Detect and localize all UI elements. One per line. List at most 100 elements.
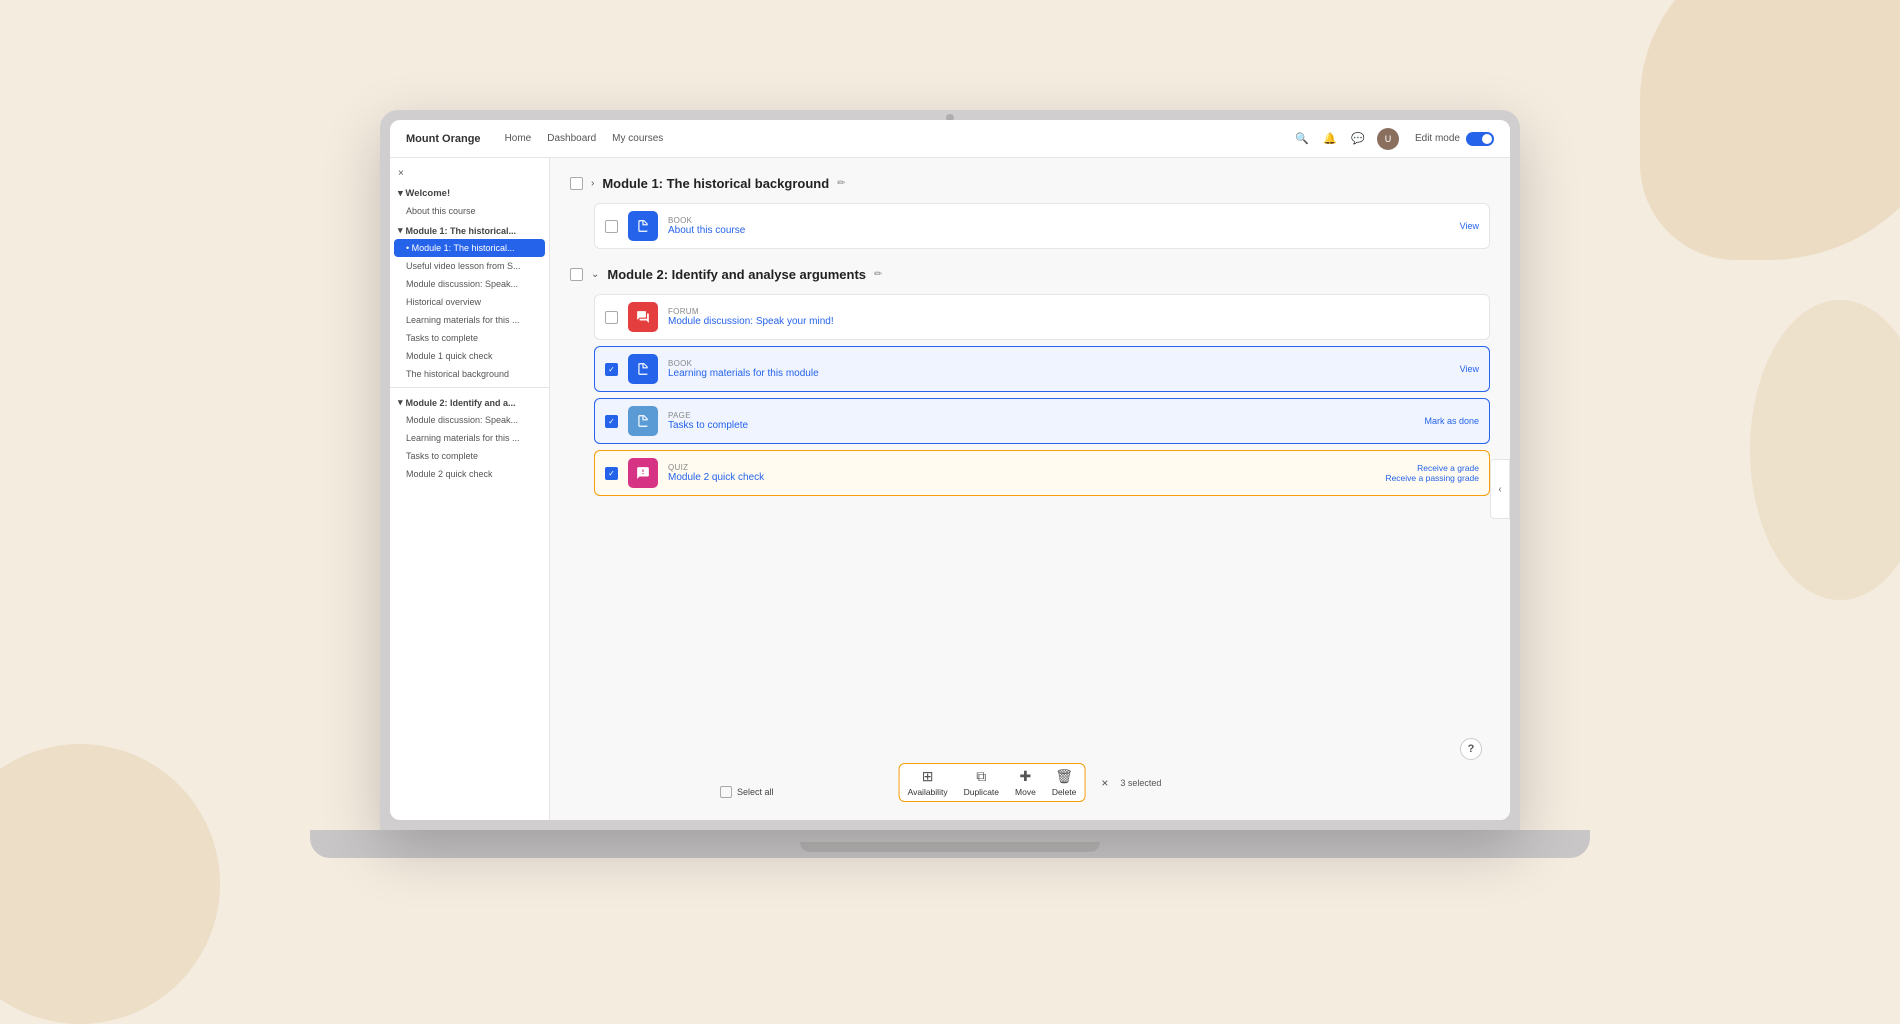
activity-forum-icon <box>628 302 658 332</box>
activity-quiz-actions: Receive a grade Receive a passing grade <box>1385 463 1479 483</box>
select-all-container: Select all <box>720 786 774 798</box>
activity-forum-checkbox[interactable] <box>605 311 618 324</box>
sidebar-close-button[interactable]: × <box>390 164 549 183</box>
activity-forum-name[interactable]: Module discussion: Speak your mind! <box>668 316 1479 327</box>
sidebar-item-tasks2[interactable]: Tasks to complete <box>390 447 549 465</box>
activity-forum: FORUM Module discussion: Speak your mind… <box>594 294 1490 340</box>
activity-quiz-action1[interactable]: Receive a grade <box>1385 463 1479 473</box>
edit-mode-container: Edit mode <box>1415 132 1494 146</box>
activity-about-type: BOOK <box>668 216 1450 225</box>
activity-book2-action[interactable]: View <box>1460 364 1479 374</box>
laptop-base <box>310 830 1590 858</box>
activity-quiz-name[interactable]: Module 2 quick check <box>668 472 1375 483</box>
collapse-panel-button[interactable]: ‹ <box>1490 459 1510 519</box>
bottom-bar-close-button[interactable]: × <box>1101 776 1108 790</box>
navbar: Mount Orange Home Dashboard My courses 🔍… <box>390 120 1510 158</box>
sidebar-item-discussion2[interactable]: Module discussion: Speak... <box>390 411 549 429</box>
bottom-action-bar: ⊞ Availability ⧉ Duplicate ✚ Move 🗑 <box>899 763 1162 802</box>
activity-page-action[interactable]: Mark as done <box>1424 416 1479 426</box>
activity-page-checkbox[interactable]: ✓ <box>605 415 618 428</box>
activity-page-name[interactable]: Tasks to complete <box>668 420 1414 431</box>
user-avatar[interactable]: U <box>1377 128 1399 150</box>
help-button[interactable]: ? <box>1460 738 1482 760</box>
delete-icon: 🗑 <box>1055 768 1073 785</box>
sidebar-item-learning2[interactable]: Learning materials for this ... <box>390 429 549 447</box>
action-delete[interactable]: 🗑 Delete <box>1052 768 1077 797</box>
activity-book2-type: BOOK <box>668 359 1450 368</box>
edit-mode-label: Edit mode <box>1415 133 1460 144</box>
module2-section: ⌄ Module 2: Identify and analyse argumen… <box>570 263 1490 496</box>
sidebar-welcome-header: ▾ Welcome! <box>390 183 549 202</box>
delete-label: Delete <box>1052 787 1077 797</box>
activity-about-course: BOOK About this course View <box>594 203 1490 249</box>
activity-book2-info: BOOK Learning materials for this module <box>668 359 1450 379</box>
activity-quiz-type: QUIZ <box>668 463 1375 472</box>
activity-about-action[interactable]: View <box>1460 221 1479 231</box>
activity-quiz-checkbox[interactable]: ✓ <box>605 467 618 480</box>
laptop-screen: Mount Orange Home Dashboard My courses 🔍… <box>390 120 1510 820</box>
module1-section: › Module 1: The historical background ✏ … <box>570 172 1490 249</box>
select-all-checkbox[interactable] <box>720 786 732 798</box>
sidebar-module1-header[interactable]: ▾ Module 1: The historical... <box>390 220 549 239</box>
blob-decoration-mid-right <box>1750 300 1900 600</box>
selected-count: 3 selected <box>1120 778 1161 788</box>
select-all-label[interactable]: Select all <box>737 787 774 797</box>
activity-about-info: BOOK About this course <box>668 216 1450 236</box>
module2-checkbox[interactable] <box>570 268 583 281</box>
sidebar-item-video[interactable]: Useful video lesson from S... <box>390 257 549 275</box>
move-label: Move <box>1015 787 1036 797</box>
sidebar-item-module1-active[interactable]: • Module 1: The historical... <box>394 239 545 257</box>
action-availability[interactable]: ⊞ Availability <box>908 768 948 797</box>
nav-link-dashboard[interactable]: Dashboard <box>547 133 596 144</box>
availability-icon: ⊞ <box>922 768 934 785</box>
sidebar-item-historical-overview[interactable]: Historical overview <box>390 293 549 311</box>
activity-about-name[interactable]: About this course <box>668 225 1450 236</box>
nav-link-home[interactable]: Home <box>505 133 532 144</box>
sidebar-item-quiz1[interactable]: Module 1 quick check <box>390 347 549 365</box>
module1-edit-icon[interactable]: ✏ <box>837 178 845 189</box>
module2-header: ⌄ Module 2: Identify and analyse argumen… <box>570 263 1490 286</box>
sidebar-item-about[interactable]: About this course <box>390 202 549 220</box>
action-move[interactable]: ✚ Move <box>1015 768 1036 797</box>
sidebar-module2-header[interactable]: ▾ Module 2: Identify and a... <box>390 392 549 411</box>
sidebar-item-discussion1[interactable]: Module discussion: Speak... <box>390 275 549 293</box>
bell-icon[interactable]: 🔔 <box>1321 130 1339 148</box>
activity-quiz-action2[interactable]: Receive a passing grade <box>1385 473 1479 483</box>
activity-quiz-icon <box>628 458 658 488</box>
activity-book2-icon <box>628 354 658 384</box>
main-area: × ▾ Welcome! About this course ▾ Module … <box>390 158 1510 820</box>
activity-book2-name[interactable]: Learning materials for this module <box>668 368 1450 379</box>
blob-decoration-top-right <box>1640 0 1900 260</box>
module2-expand-icon[interactable]: ⌄ <box>591 269 599 280</box>
activity-forum-info: FORUM Module discussion: Speak your mind… <box>668 307 1479 327</box>
sidebar-item-historical-background[interactable]: The historical background <box>390 365 549 383</box>
module1-header: › Module 1: The historical background ✏ <box>570 172 1490 195</box>
action-duplicate[interactable]: ⧉ Duplicate <box>964 768 999 797</box>
activity-about-checkbox[interactable] <box>605 220 618 233</box>
laptop-base-inner <box>800 842 1100 852</box>
sidebar-divider <box>390 387 549 388</box>
move-icon: ✚ <box>1020 768 1032 785</box>
module1-title: Module 1: The historical background <box>602 176 829 191</box>
activity-book-module2: ✓ BOOK Learning materials for this modul… <box>594 346 1490 392</box>
availability-label: Availability <box>908 787 948 797</box>
module2-title: Module 2: Identify and analyse arguments <box>607 267 866 282</box>
messages-icon[interactable]: 💬 <box>1349 130 1367 148</box>
edit-mode-toggle[interactable] <box>1466 132 1494 146</box>
sidebar-item-tasks1[interactable]: Tasks to complete <box>390 329 549 347</box>
activity-book-checkbox[interactable]: ✓ <box>605 363 618 376</box>
nav-link-courses[interactable]: My courses <box>612 133 663 144</box>
activity-quiz-info: QUIZ Module 2 quick check <box>668 463 1375 483</box>
duplicate-icon: ⧉ <box>976 768 986 785</box>
module2-edit-icon[interactable]: ✏ <box>874 269 882 280</box>
activity-page-info: PAGE Tasks to complete <box>668 411 1414 431</box>
activity-forum-type: FORUM <box>668 307 1479 316</box>
duplicate-label: Duplicate <box>964 787 999 797</box>
content-area: › Module 1: The historical background ✏ … <box>550 158 1510 820</box>
search-icon[interactable]: 🔍 <box>1293 130 1311 148</box>
module1-checkbox[interactable] <box>570 177 583 190</box>
sidebar-item-quiz2[interactable]: Module 2 quick check <box>390 465 549 483</box>
sidebar: × ▾ Welcome! About this course ▾ Module … <box>390 158 550 820</box>
sidebar-item-learning1[interactable]: Learning materials for this ... <box>390 311 549 329</box>
module1-expand-icon[interactable]: › <box>591 178 594 189</box>
